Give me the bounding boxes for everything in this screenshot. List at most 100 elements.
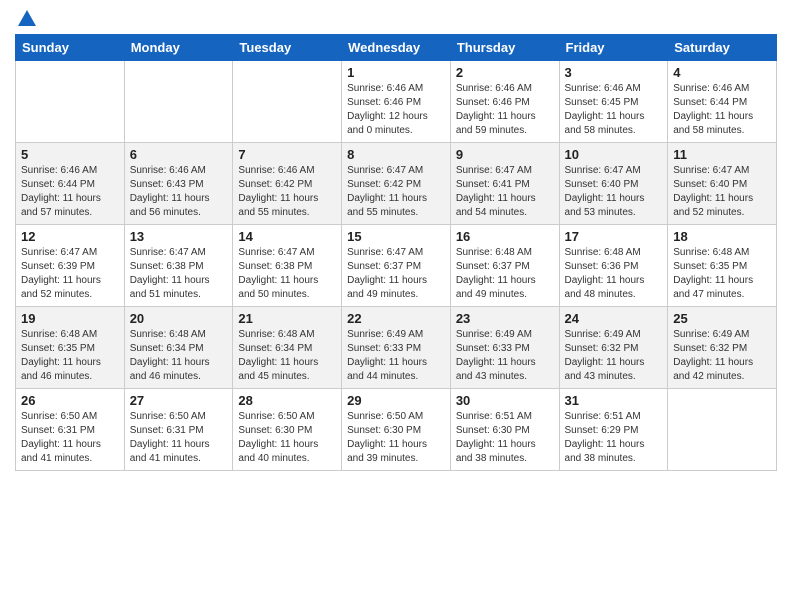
cell-info: Sunrise: 6:49 AMSunset: 6:33 PMDaylight:…	[456, 329, 536, 382]
table-row: 4 Sunrise: 6:46 AMSunset: 6:44 PMDaylight…	[668, 61, 777, 143]
table-row: 11Sunrise: 6:47 AMSunset: 6:40 PMDayligh…	[668, 143, 777, 225]
cell-info: Sunrise: 6:48 AMSunset: 6:34 PMDaylight:…	[238, 329, 318, 382]
table-row: 17 Sunrise: 6:48 AMSunset: 6:36 PMDayligh…	[559, 225, 668, 307]
day-number: 2	[456, 65, 554, 80]
table-row: 15 Sunrise: 6:47 AMSunset: 6:37 PMDayligh…	[342, 225, 451, 307]
day-number: 12	[21, 229, 119, 244]
cell-info: Sunrise: 6:48 AMSunset: 6:35 PMDaylight:…	[673, 247, 753, 300]
cell-info: Sunrise: 6:50 AMSunset: 6:31 PMDaylight:…	[130, 411, 210, 464]
day-number: 17	[565, 229, 663, 244]
day-number: 31	[565, 393, 663, 408]
table-row: 1Sunrise: 6:46 AMSunset: 6:46 PMDaylight…	[342, 61, 451, 143]
table-row	[233, 61, 342, 143]
day-number: 9	[456, 147, 554, 162]
table-row: 19 Sunrise: 6:48 AMSunset: 6:35 PMDayligh…	[16, 307, 125, 389]
col-tuesday: Tuesday	[233, 35, 342, 61]
calendar-week-row: 5 Sunrise: 6:46 AMSunset: 6:44 PMDaylight…	[16, 143, 777, 225]
table-row: 31 Sunrise: 6:51 AMSunset: 6:29 PMDayligh…	[559, 389, 668, 471]
table-row: 23 Sunrise: 6:49 AMSunset: 6:33 PMDayligh…	[450, 307, 559, 389]
calendar-week-row: 12 Sunrise: 6:47 AMSunset: 6:39 PMDayligh…	[16, 225, 777, 307]
cell-info: Sunrise: 6:47 AMSunset: 6:41 PMDaylight:…	[456, 165, 536, 218]
day-number: 25	[673, 311, 771, 326]
cell-info: Sunrise: 6:48 AMSunset: 6:35 PMDaylight:…	[21, 329, 101, 382]
cell-info: Sunrise: 6:46 AMSunset: 6:45 PMDaylight:…	[565, 83, 645, 136]
cell-info: Sunrise: 6:51 AMSunset: 6:29 PMDaylight:…	[565, 411, 645, 464]
day-number: 30	[456, 393, 554, 408]
cell-info: Sunrise: 6:47 AMSunset: 6:38 PMDaylight:…	[238, 247, 318, 300]
day-number: 13	[130, 229, 228, 244]
table-row: 25 Sunrise: 6:49 AMSunset: 6:32 PMDayligh…	[668, 307, 777, 389]
page: Sunday Monday Tuesday Wednesday Thursday…	[0, 0, 792, 612]
calendar-table: Sunday Monday Tuesday Wednesday Thursday…	[15, 34, 777, 471]
cell-info: Sunrise: 6:47 AMSunset: 6:38 PMDaylight:…	[130, 247, 210, 300]
day-number: 4	[673, 65, 771, 80]
table-row: 16Sunrise: 6:48 AMSunset: 6:37 PMDayligh…	[450, 225, 559, 307]
day-number: 26	[21, 393, 119, 408]
table-row: 29 Sunrise: 6:50 AMSunset: 6:30 PMDayligh…	[342, 389, 451, 471]
calendar-header-row: Sunday Monday Tuesday Wednesday Thursday…	[16, 35, 777, 61]
cell-info: Sunrise: 6:49 AMSunset: 6:33 PMDaylight:…	[347, 329, 427, 382]
table-row	[124, 61, 233, 143]
day-number: 15	[347, 229, 445, 244]
table-row: 21 Sunrise: 6:48 AMSunset: 6:34 PMDayligh…	[233, 307, 342, 389]
day-number: 24	[565, 311, 663, 326]
table-row: 20Sunrise: 6:48 AMSunset: 6:34 PMDayligh…	[124, 307, 233, 389]
calendar-week-row: 26 Sunrise: 6:50 AMSunset: 6:31 PMDayligh…	[16, 389, 777, 471]
day-number: 28	[238, 393, 336, 408]
table-row: 22 Sunrise: 6:49 AMSunset: 6:33 PMDayligh…	[342, 307, 451, 389]
day-number: 18	[673, 229, 771, 244]
table-row: 8 Sunrise: 6:47 AMSunset: 6:42 PMDaylight…	[342, 143, 451, 225]
cell-info: Sunrise: 6:48 AMSunset: 6:37 PMDaylight:…	[456, 247, 536, 300]
col-saturday: Saturday	[668, 35, 777, 61]
cell-info: Sunrise: 6:51 AMSunset: 6:30 PMDaylight:…	[456, 411, 536, 464]
table-row	[16, 61, 125, 143]
table-row: 27Sunrise: 6:50 AMSunset: 6:31 PMDayligh…	[124, 389, 233, 471]
day-number: 21	[238, 311, 336, 326]
cell-info: Sunrise: 6:47 AMSunset: 6:42 PMDaylight:…	[347, 165, 427, 218]
cell-info: Sunrise: 6:47 AMSunset: 6:39 PMDaylight:…	[21, 247, 101, 300]
cell-info: Sunrise: 6:46 AMSunset: 6:43 PMDaylight:…	[130, 165, 210, 218]
table-row: 3 Sunrise: 6:46 AMSunset: 6:45 PMDaylight…	[559, 61, 668, 143]
col-sunday: Sunday	[16, 35, 125, 61]
table-row: 14 Sunrise: 6:47 AMSunset: 6:38 PMDayligh…	[233, 225, 342, 307]
cell-info: Sunrise: 6:49 AMSunset: 6:32 PMDaylight:…	[673, 329, 753, 382]
day-number: 6	[130, 147, 228, 162]
cell-info: Sunrise: 6:48 AMSunset: 6:34 PMDaylight:…	[130, 329, 210, 382]
table-row: 7Sunrise: 6:46 AMSunset: 6:42 PMDaylight…	[233, 143, 342, 225]
cell-info: Sunrise: 6:50 AMSunset: 6:30 PMDaylight:…	[347, 411, 427, 464]
calendar-week-row: 1Sunrise: 6:46 AMSunset: 6:46 PMDaylight…	[16, 61, 777, 143]
cell-info: Sunrise: 6:50 AMSunset: 6:30 PMDaylight:…	[238, 411, 318, 464]
cell-info: Sunrise: 6:47 AMSunset: 6:40 PMDaylight:…	[565, 165, 645, 218]
cell-info: Sunrise: 6:46 AMSunset: 6:44 PMDaylight:…	[673, 83, 753, 136]
logo-icon	[16, 8, 38, 30]
cell-info: Sunrise: 6:47 AMSunset: 6:37 PMDaylight:…	[347, 247, 427, 300]
header	[15, 10, 777, 26]
table-row: 26 Sunrise: 6:50 AMSunset: 6:31 PMDayligh…	[16, 389, 125, 471]
cell-info: Sunrise: 6:50 AMSunset: 6:31 PMDaylight:…	[21, 411, 101, 464]
logo	[15, 10, 38, 26]
table-row: 18 Sunrise: 6:48 AMSunset: 6:35 PMDayligh…	[668, 225, 777, 307]
col-thursday: Thursday	[450, 35, 559, 61]
table-row: 2 Sunrise: 6:46 AMSunset: 6:46 PMDaylight…	[450, 61, 559, 143]
cell-info: Sunrise: 6:46 AMSunset: 6:44 PMDaylight:…	[21, 165, 101, 218]
table-row: 9 Sunrise: 6:47 AMSunset: 6:41 PMDaylight…	[450, 143, 559, 225]
cell-info: Sunrise: 6:46 AMSunset: 6:46 PMDaylight:…	[456, 83, 536, 136]
col-wednesday: Wednesday	[342, 35, 451, 61]
day-number: 3	[565, 65, 663, 80]
day-number: 29	[347, 393, 445, 408]
day-number: 5	[21, 147, 119, 162]
day-number: 23	[456, 311, 554, 326]
table-row: 5 Sunrise: 6:46 AMSunset: 6:44 PMDaylight…	[16, 143, 125, 225]
day-number: 22	[347, 311, 445, 326]
day-number: 14	[238, 229, 336, 244]
cell-info: Sunrise: 6:46 AMSunset: 6:46 PMDaylight:…	[347, 83, 428, 136]
cell-info: Sunrise: 6:47 AMSunset: 6:40 PMDaylight:…	[673, 165, 753, 218]
cell-info: Sunrise: 6:48 AMSunset: 6:36 PMDaylight:…	[565, 247, 645, 300]
day-number: 8	[347, 147, 445, 162]
col-friday: Friday	[559, 35, 668, 61]
table-row: 28 Sunrise: 6:50 AMSunset: 6:30 PMDayligh…	[233, 389, 342, 471]
day-number: 10	[565, 147, 663, 162]
day-number: 19	[21, 311, 119, 326]
cell-info: Sunrise: 6:49 AMSunset: 6:32 PMDaylight:…	[565, 329, 645, 382]
table-row: 10 Sunrise: 6:47 AMSunset: 6:40 PMDayligh…	[559, 143, 668, 225]
